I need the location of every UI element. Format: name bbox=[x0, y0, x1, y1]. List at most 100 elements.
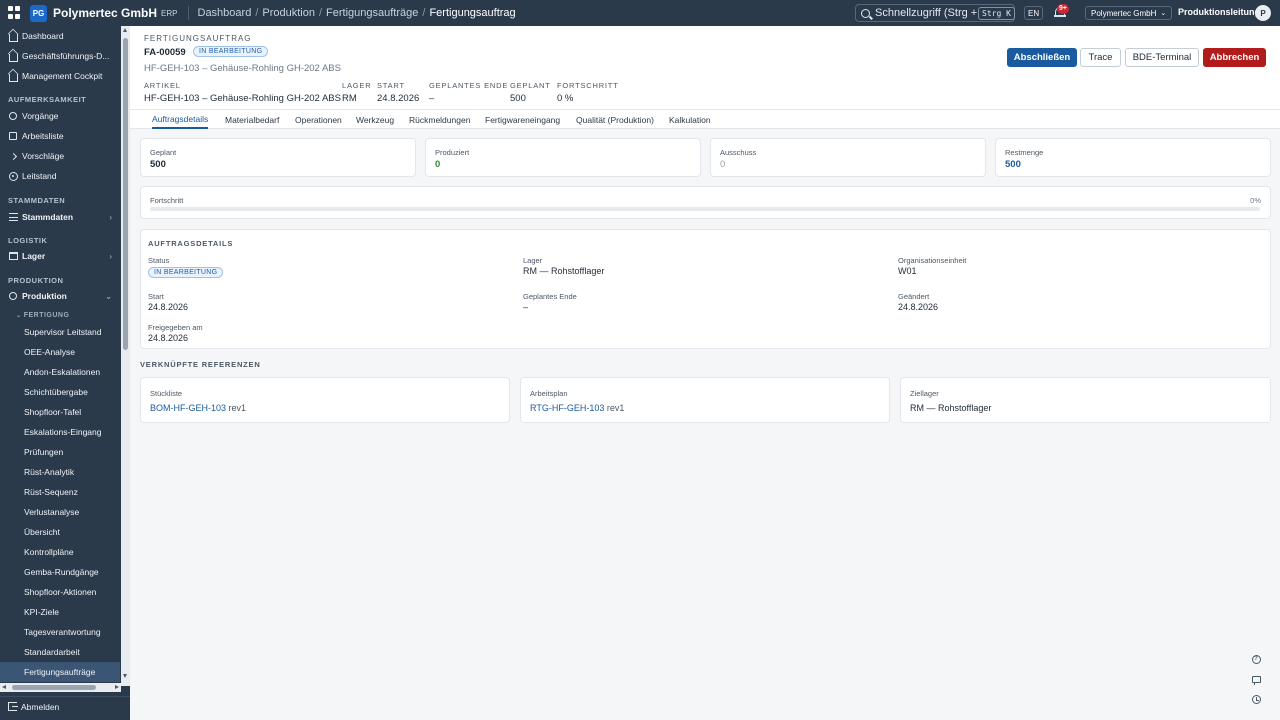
sidebar-item-gemba-rundgänge[interactable]: Gemba-Rundgänge bbox=[0, 562, 120, 582]
sidebar-item-verlustanalyse[interactable]: Verlustanalyse bbox=[0, 502, 120, 522]
quick-search[interactable]: Strg K bbox=[855, 4, 1015, 22]
history-button[interactable] bbox=[1249, 692, 1263, 706]
sidebar-item-eskalations-eingang[interactable]: Eskalations-Eingang bbox=[0, 422, 120, 442]
sidebar-item-shopfloor-tafel[interactable]: Shopfloor-Tafel bbox=[0, 402, 120, 422]
clock-icon bbox=[1251, 694, 1261, 704]
field-label: Ziellager bbox=[910, 389, 939, 398]
chevron-right-icon: › bbox=[109, 251, 112, 261]
breadcrumb-produktion[interactable]: Produktion bbox=[262, 7, 315, 19]
routing-link[interactable]: RTG-HF-GEH-103 bbox=[530, 403, 604, 413]
help-button[interactable]: ? bbox=[1249, 652, 1263, 666]
sidebar-item-schichtübergabe[interactable]: Schichtübergabe bbox=[0, 382, 120, 402]
tab-fertigwareneingang[interactable]: Fertigwareneingang bbox=[485, 110, 560, 129]
circle-icon bbox=[8, 111, 18, 121]
sidebar-item-prüfungen[interactable]: Prüfungen bbox=[0, 442, 120, 462]
sidebar-item-tagesverantwortung[interactable]: Tagesverantwortung bbox=[0, 622, 120, 642]
sidebar-item-supervisor-leitstand[interactable]: Supervisor Leitstand bbox=[0, 322, 120, 342]
progress-label: Fortschritt bbox=[150, 196, 184, 205]
field-value: W01 bbox=[898, 266, 917, 276]
tab-kalkulation[interactable]: Kalkulation bbox=[669, 110, 711, 129]
sidebar-item-standardarbeit[interactable]: Standardarbeit bbox=[0, 642, 120, 662]
gear-icon bbox=[8, 291, 18, 301]
tab-auftragsdetails[interactable]: Auftragsdetails bbox=[152, 110, 209, 129]
section-produktion: PRODUKTION bbox=[8, 276, 64, 285]
feedback-button[interactable] bbox=[1249, 672, 1263, 686]
section-aufmerksamkeit: AUFMERKSAMKEIT bbox=[8, 95, 87, 104]
revision-label: rev1 bbox=[606, 403, 625, 413]
meta-start-label: START bbox=[377, 81, 405, 90]
box-icon bbox=[8, 251, 18, 261]
sidebar-item-andon-eskalationen[interactable]: Andon-Eskalationen bbox=[0, 362, 120, 382]
breadcrumb-fertigungsauftraege[interactable]: Fertigungsaufträge bbox=[326, 7, 418, 19]
breadcrumb-dashboard[interactable]: Dashboard bbox=[198, 7, 252, 19]
sidebar-item-kontrollpläne[interactable]: Kontrollpläne bbox=[0, 542, 120, 562]
chevron-down-icon: ⌄ bbox=[16, 313, 24, 319]
sidebar-item-gf-dashboard[interactable]: Geschäftsführungs-D... bbox=[0, 46, 120, 66]
progress-bar bbox=[150, 207, 1260, 211]
meta-geplant-label: GEPLANT bbox=[510, 81, 551, 90]
subsection-fertigung[interactable]: ⌄ FERTIGUNG bbox=[16, 312, 69, 319]
trace-button[interactable]: Trace bbox=[1080, 48, 1121, 67]
chevron-right-icon: › bbox=[109, 212, 112, 222]
abbrechen-button[interactable]: Abbrechen bbox=[1203, 48, 1266, 67]
target-icon bbox=[8, 171, 18, 181]
language-switch[interactable]: EN bbox=[1024, 6, 1044, 20]
sidebar-item-rüst-sequenz[interactable]: Rüst-Sequenz bbox=[0, 482, 120, 502]
sidebar-item-übersicht[interactable]: Übersicht bbox=[0, 522, 120, 542]
field-value: RTG-HF-GEH-103 rev1 bbox=[530, 403, 624, 413]
bde-terminal-button[interactable]: BDE-Terminal bbox=[1125, 48, 1199, 67]
sidebar-item-rüst-analytik[interactable]: Rüst-Analytik bbox=[0, 462, 120, 482]
meta-geplant-value: 500 bbox=[510, 93, 526, 104]
sidebar-item-leitstand[interactable]: Leitstand bbox=[0, 166, 120, 186]
sidebar-horizontal-scrollbar[interactable] bbox=[0, 683, 121, 692]
sidebar-scrollbar[interactable] bbox=[121, 26, 130, 686]
search-icon bbox=[861, 8, 870, 18]
brand-name: Polymertec GmbH bbox=[53, 6, 158, 20]
tab-werkzeug[interactable]: Werkzeug bbox=[356, 110, 394, 129]
tab-operationen[interactable]: Operationen bbox=[295, 110, 342, 129]
tab-qualitaet[interactable]: Qualität (Produktion) bbox=[576, 110, 654, 129]
user-role[interactable]: Produktionsleitung bbox=[1178, 7, 1260, 17]
meta-fortschritt-value: 0 % bbox=[557, 93, 574, 104]
company-selector[interactable]: Polymertec GmbH ⌄ bbox=[1085, 6, 1173, 20]
sidebar-item-shopfloor-aktionen[interactable]: Shopfloor-Aktionen bbox=[0, 582, 120, 602]
reference-card-stueckliste: Stückliste BOM-HF-GEH-103 rev1 bbox=[140, 377, 510, 423]
sidebar-item-lager[interactable]: Lager › bbox=[0, 246, 120, 266]
home-icon bbox=[8, 51, 18, 62]
sidebar-item-vorschlaege[interactable]: Vorschläge bbox=[0, 146, 120, 166]
kpi-value: 0 bbox=[435, 159, 441, 170]
tab-bar: Auftragsdetails Materialbedarf Operation… bbox=[130, 110, 1280, 129]
kpi-card-produziert: Produziert 0 bbox=[425, 138, 701, 177]
reference-card-ziellager: Ziellager RM — Rohstofflager bbox=[900, 377, 1271, 423]
sidebar-item-kpi-ziele[interactable]: KPI-Ziele bbox=[0, 602, 120, 622]
abschliessen-button[interactable]: Abschließen bbox=[1007, 48, 1077, 67]
sidebar-item-dashboard[interactable]: Dashboard bbox=[0, 26, 120, 46]
apps-grid-icon[interactable] bbox=[8, 6, 22, 20]
sidebar-item-vorgaenge[interactable]: Vorgänge bbox=[0, 106, 120, 126]
avatar[interactable]: P bbox=[1255, 5, 1271, 21]
logout-button[interactable]: Abmelden bbox=[0, 696, 130, 716]
references-title: VERKNÜPFTE REFERENZEN bbox=[140, 360, 261, 369]
brand-logo: PG bbox=[30, 4, 47, 22]
search-input[interactable] bbox=[875, 7, 978, 19]
kpi-value: 500 bbox=[150, 159, 166, 170]
sidebar-item-arbeitsliste[interactable]: Arbeitsliste bbox=[0, 126, 120, 146]
sidebar-item-fertigungsaufträge[interactable]: Fertigungsaufträge bbox=[0, 662, 120, 682]
sidebar-item-produktion[interactable]: Produktion ⌄ bbox=[0, 286, 120, 306]
tab-materialbedarf[interactable]: Materialbedarf bbox=[225, 110, 279, 129]
bom-link[interactable]: BOM-HF-GEH-103 bbox=[150, 403, 226, 413]
status-badge: IN BEARBEITUNG bbox=[193, 46, 269, 57]
meta-lager-value: RM bbox=[342, 93, 357, 104]
sidebar-item-oee-analyse[interactable]: OEE-Analyse bbox=[0, 342, 120, 362]
shortcut-hint: Strg K bbox=[978, 6, 1015, 20]
tab-rueckmeldungen[interactable]: Rückmeldungen bbox=[409, 110, 470, 129]
field-label: Status bbox=[148, 256, 170, 265]
auftragsdetails-card: AUFTRAGSDETAILS Status IN BEARBEITUNG La… bbox=[140, 229, 1271, 349]
sidebar-item-management-cockpit[interactable]: Management Cockpit bbox=[0, 66, 120, 86]
meta-start-value: 24.8.2026 bbox=[377, 93, 420, 104]
kpi-label: Produziert bbox=[435, 148, 470, 157]
sidebar-item-stammdaten[interactable]: Stammdaten › bbox=[0, 207, 120, 227]
kpi-card-ausschuss: Ausschuss 0 bbox=[710, 138, 986, 177]
meta-ende-label: GEPLANTES ENDE bbox=[429, 81, 509, 90]
chevron-down-icon: ⌄ bbox=[1160, 10, 1167, 17]
